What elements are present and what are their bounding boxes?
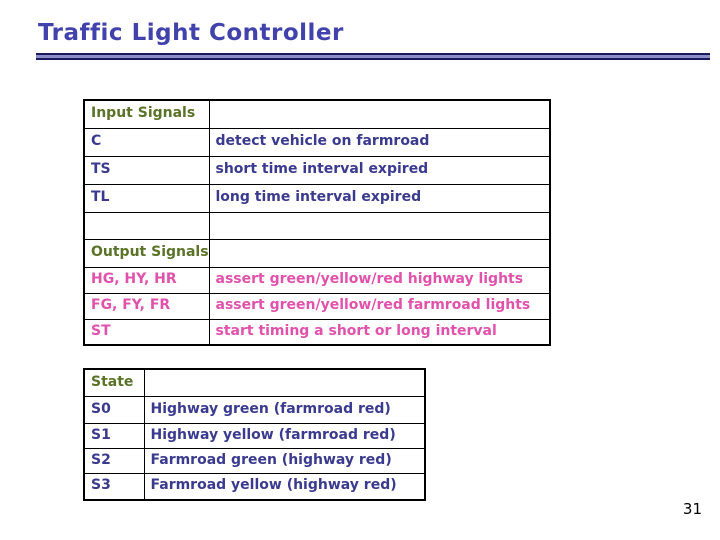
spacer-cell-left <box>83 211 210 240</box>
table-row: FG, FY, FR assert green/yellow/red farmr… <box>83 292 551 320</box>
state-name-s0: S0 <box>83 395 145 424</box>
state-name-s3: S3 <box>83 472 145 501</box>
signals-desc-cell-empty-5 <box>208 238 551 268</box>
table-row: TL long time interval expired <box>83 183 551 213</box>
signal-name-c: C <box>83 127 210 157</box>
page-number: 31 <box>682 500 702 518</box>
table-row: S2 Farmroad green (highway red) <box>83 447 426 474</box>
signals-table: Input Signals C detect vehicle on farmro… <box>83 99 551 346</box>
signal-description-farmroad-lights: assert green/yellow/red farmroad lights <box>208 292 551 320</box>
signal-description-ts: short time interval expired <box>208 155 551 185</box>
signals-section-header-input: Input Signals <box>83 99 210 129</box>
table-row: S1 Highway yellow (farmroad red) <box>83 422 426 449</box>
state-section-header: State <box>83 368 145 397</box>
state-meaning-s3: Farmroad yellow (highway red) <box>143 472 426 501</box>
state-table: State S0 Highway green (farmroad red) S1… <box>83 368 426 501</box>
spacer-cell-right <box>208 211 551 240</box>
table-row: Output Signals <box>83 238 551 268</box>
state-meaning-s2: Farmroad green (highway red) <box>143 447 426 474</box>
signal-name-ts: TS <box>83 155 210 185</box>
table-row: HG, HY, HR assert green/yellow/red highw… <box>83 266 551 294</box>
signal-name-farmroad-lights: FG, FY, FR <box>83 292 210 320</box>
state-meaning-cell-empty-0 <box>143 368 426 397</box>
state-name-s2: S2 <box>83 447 145 474</box>
signals-section-header-output: Output Signals <box>83 238 210 268</box>
signals-desc-cell-empty-0 <box>208 99 551 129</box>
state-table-body: State S0 Highway green (farmroad red) S1… <box>83 368 426 501</box>
signal-name-tl: TL <box>83 183 210 213</box>
signal-description-c: detect vehicle on farmroad <box>208 127 551 157</box>
table-row: State <box>83 368 426 397</box>
title-divider-rule <box>36 53 710 60</box>
state-name-s1: S1 <box>83 422 145 449</box>
signal-name-highway-lights: HG, HY, HR <box>83 266 210 294</box>
table-row: ST start timing a short or long interval <box>83 318 551 346</box>
page-title: Traffic Light Controller <box>38 20 344 46</box>
table-row: TS short time interval expired <box>83 155 551 185</box>
table-row: C detect vehicle on farmroad <box>83 127 551 157</box>
table-row: Input Signals <box>83 99 551 129</box>
signal-name-st: ST <box>83 318 210 346</box>
state-meaning-s1: Highway yellow (farmroad red) <box>143 422 426 449</box>
signal-description-tl: long time interval expired <box>208 183 551 213</box>
signals-table-body: Input Signals C detect vehicle on farmro… <box>83 99 551 346</box>
signal-description-highway-lights: assert green/yellow/red highway lights <box>208 266 551 294</box>
table-row: S0 Highway green (farmroad red) <box>83 395 426 424</box>
table-row: S3 Farmroad yellow (highway red) <box>83 472 426 501</box>
signal-description-st: start timing a short or long interval <box>208 318 551 346</box>
table-row-spacer <box>83 211 551 240</box>
state-meaning-s0: Highway green (farmroad red) <box>143 395 426 424</box>
